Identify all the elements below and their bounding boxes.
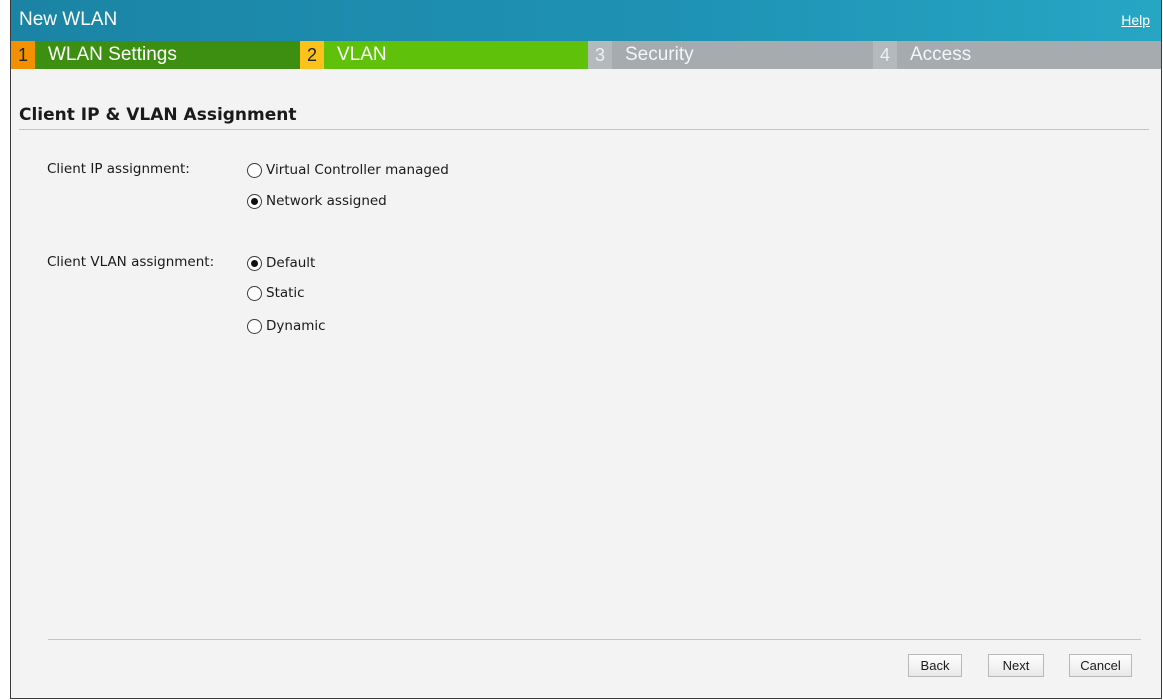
radio-button[interactable] (247, 318, 262, 334)
step-number: 2 (300, 41, 324, 69)
client-ip-assignment-label: Client IP assignment: (47, 161, 190, 177)
radio-button-selected[interactable] (247, 193, 262, 209)
step-vlan[interactable]: 2 VLAN (300, 41, 588, 69)
client-vlan-assignment-label: Client VLAN assignment: (47, 254, 215, 270)
radio-label: Default (266, 255, 316, 271)
step-label: Access (897, 41, 1161, 69)
radio-virtual-controller-managed[interactable]: Virtual Controller managed (247, 160, 449, 180)
step-label: WLAN Settings (35, 41, 300, 69)
radio-static[interactable]: Static (247, 283, 305, 303)
step-label: Security (612, 41, 873, 69)
step-label: VLAN (324, 41, 588, 69)
radio-button[interactable] (247, 285, 262, 301)
wizard-steps: 1 WLAN Settings 2 VLAN 3 Security 4 Acce… (11, 41, 1161, 69)
step-number: 4 (873, 41, 897, 69)
radio-button[interactable] (247, 162, 262, 178)
step-access: 4 Access (873, 41, 1161, 69)
radio-label: Network assigned (266, 193, 387, 209)
footer-divider (48, 639, 1141, 640)
dialog-title: New WLAN (19, 9, 118, 30)
radio-label: Dynamic (266, 318, 326, 334)
step-number: 3 (588, 41, 612, 69)
help-link[interactable]: Help (1121, 12, 1150, 28)
section-divider (19, 129, 1149, 130)
new-wlan-dialog: New WLAN Help 1 WLAN Settings 2 VLAN 3 S… (10, 0, 1162, 699)
step-number: 1 (11, 41, 35, 69)
cancel-button[interactable]: Cancel (1069, 654, 1132, 677)
step-wlan-settings[interactable]: 1 WLAN Settings (11, 41, 300, 69)
step-security: 3 Security (588, 41, 873, 69)
title-bar: New WLAN Help (11, 0, 1161, 41)
back-button[interactable]: Back (908, 654, 962, 677)
radio-label: Virtual Controller managed (266, 162, 449, 178)
radio-button-selected[interactable] (247, 255, 262, 271)
radio-network-assigned[interactable]: Network assigned (247, 191, 387, 211)
next-button[interactable]: Next (988, 654, 1044, 677)
radio-dynamic[interactable]: Dynamic (247, 316, 326, 336)
section-heading: Client IP & VLAN Assignment (19, 105, 297, 125)
radio-label: Static (266, 285, 305, 301)
radio-default[interactable]: Default (247, 253, 315, 273)
